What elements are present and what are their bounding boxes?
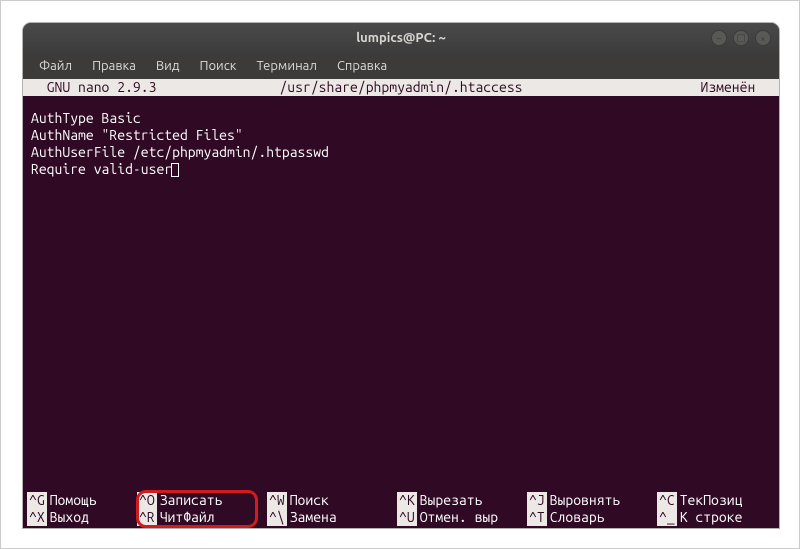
shortcut-key: ^R (137, 509, 157, 526)
shortcut-label: Отмен. выр (417, 509, 498, 526)
shortcut-row: ^GПомощь^OЗаписать^WПоиск^KВырезать^JВыр… (27, 492, 775, 509)
terminal-window: lumpics@PC: ~ – □ × Файл Правка Вид Поис… (23, 23, 779, 528)
nano-header: GNU nano 2.9.3 /usr/share/phpmyadmin/.ht… (23, 79, 779, 96)
shortcut-row: ^XВыход^RЧитФайл^\Замена^UОтмен. выр^TСл… (27, 509, 775, 526)
window-title: lumpics@PC: ~ (356, 31, 446, 45)
shortcut-item: ^UОтмен. выр (397, 509, 527, 526)
shortcut-label: Вырезать (417, 492, 483, 509)
shortcut-item: ^_К строке (657, 509, 767, 526)
shortcut-key: ^C (657, 492, 677, 509)
titlebar: lumpics@PC: ~ – □ × (23, 23, 779, 53)
menu-file[interactable]: Файл (31, 56, 80, 76)
shortcut-key: ^J (527, 492, 547, 509)
shortcut-label: К строке (677, 509, 743, 526)
window-controls: – □ × (711, 30, 771, 46)
shortcut-item: ^OЗаписать (137, 492, 267, 509)
shortcut-label: Помощь (47, 492, 97, 509)
shortcut-label: Словарь (547, 509, 605, 526)
minimize-button[interactable]: – (711, 30, 727, 46)
nano-status: Изменён (700, 79, 771, 96)
editor-body[interactable]: AuthType Basic AuthName "Restricted File… (23, 96, 779, 178)
shortcut-item: ^XВыход (27, 509, 137, 526)
terminal-content[interactable]: GNU nano 2.9.3 /usr/share/phpmyadmin/.ht… (23, 79, 779, 528)
close-button[interactable]: × (755, 30, 771, 46)
editor-line: AuthUserFile /etc/phpmyadmin/.htpasswd (31, 144, 329, 160)
shortcut-item: ^JВыровнять (527, 492, 657, 509)
shortcut-item: ^WПоиск (267, 492, 397, 509)
menubar: Файл Правка Вид Поиск Терминал Справка (23, 53, 779, 79)
shortcut-item: ^GПомощь (27, 492, 137, 509)
shortcut-label: Поиск (287, 492, 329, 509)
shortcut-item: ^KВырезать (397, 492, 527, 509)
shortcut-label: ТекПозиц (677, 492, 743, 509)
shortcut-label: Записать (157, 492, 223, 509)
shortcut-item: ^\Замена (267, 509, 397, 526)
menu-help[interactable]: Справка (329, 56, 395, 76)
shortcut-key: ^X (27, 509, 47, 526)
shortcut-key: ^\ (267, 509, 287, 526)
shortcut-item: ^RЧитФайл (137, 509, 267, 526)
shortcut-key: ^K (397, 492, 417, 509)
menu-edit[interactable]: Правка (84, 56, 144, 76)
menu-search[interactable]: Поиск (191, 56, 244, 76)
shortcut-label: Выровнять (547, 492, 621, 509)
maximize-button[interactable]: □ (733, 30, 749, 46)
editor-line: Require valid-user (31, 161, 172, 177)
editor-line: AuthName "Restricted Files" (31, 127, 243, 143)
shortcut-key: ^T (527, 509, 547, 526)
shortcut-label: Замена (287, 509, 337, 526)
shortcut-label: Выход (47, 509, 89, 526)
shortcut-key: ^W (267, 492, 287, 509)
shortcut-label: ЧитФайл (157, 509, 215, 526)
nano-version: GNU nano 2.9.3 (31, 79, 156, 96)
cursor-icon (171, 163, 179, 177)
shortcut-key: ^U (397, 509, 417, 526)
shortcut-item: ^CТекПозиц (657, 492, 767, 509)
menu-terminal[interactable]: Терминал (248, 56, 324, 76)
menu-view[interactable]: Вид (148, 56, 188, 76)
shortcut-key: ^_ (657, 509, 677, 526)
editor-line: AuthType Basic (31, 110, 141, 126)
shortcut-key: ^G (27, 492, 47, 509)
shortcut-key: ^O (137, 492, 157, 509)
shortcut-item: ^TСловарь (527, 509, 657, 526)
nano-shortcuts: ^GПомощь^OЗаписать^WПоиск^KВырезать^JВыр… (23, 492, 779, 528)
